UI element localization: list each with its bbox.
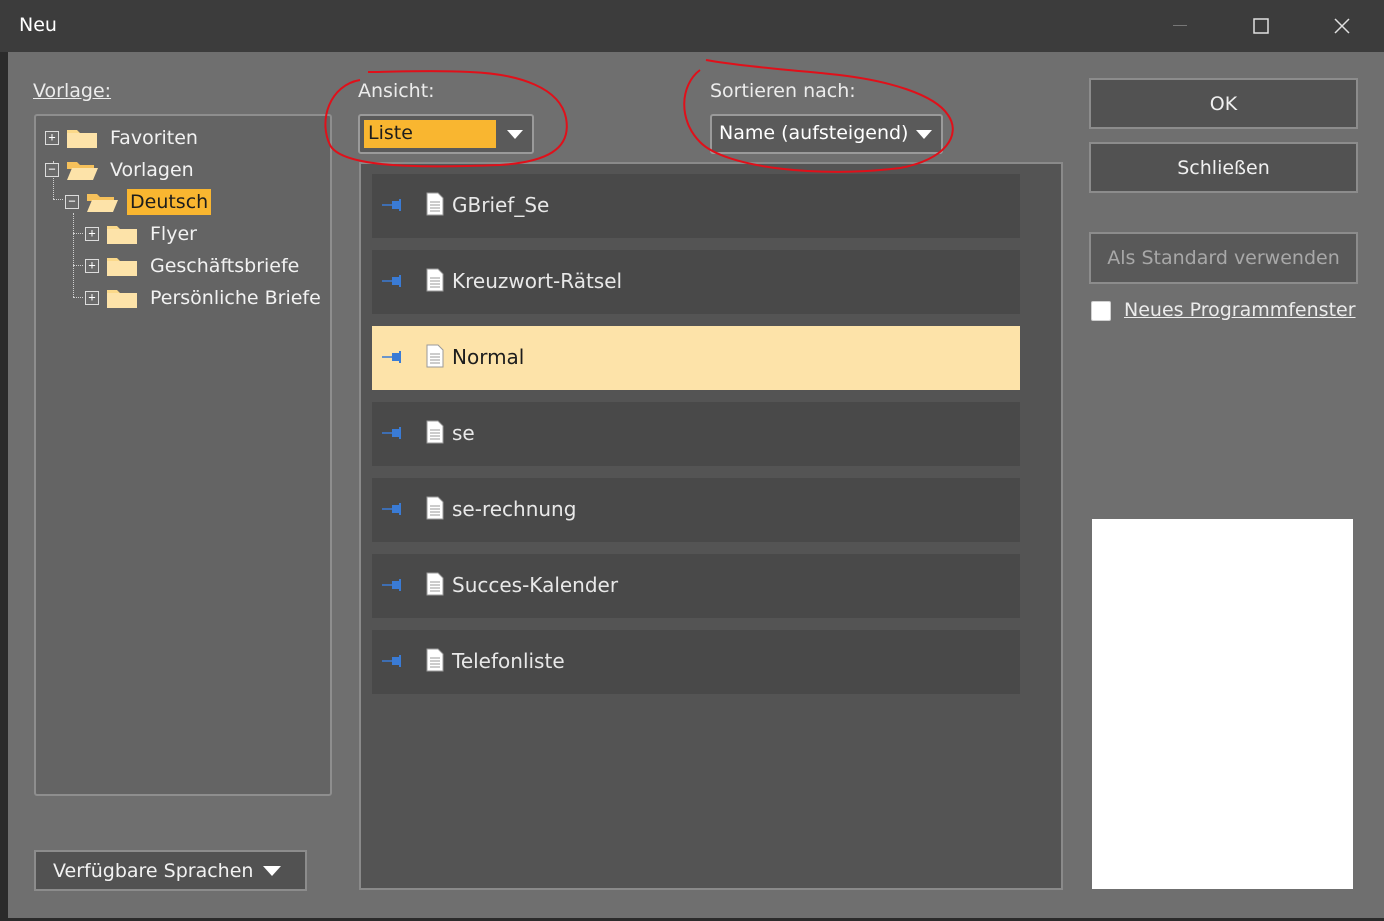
document-icon	[426, 344, 444, 368]
template-list[interactable]: GBrief_Se Kreuzwort-Rätsel Normal se se-…	[359, 162, 1063, 890]
folder-icon	[107, 258, 137, 276]
title-bar: Neu	[0, 0, 1384, 52]
window-title: Neu	[19, 14, 57, 36]
template-name: Telefonliste	[452, 649, 565, 673]
pin-icon[interactable]	[382, 654, 404, 668]
list-item[interactable]: se	[372, 402, 1020, 466]
sort-label: Sortieren nach:	[710, 80, 856, 102]
view-select-value: Liste	[364, 120, 496, 148]
document-icon	[426, 648, 444, 672]
chevron-down-icon	[507, 130, 523, 139]
tree-item-label-selected: Deutsch	[127, 189, 212, 215]
folder-icon	[107, 226, 137, 244]
pin-icon[interactable]	[382, 502, 404, 516]
document-icon	[426, 420, 444, 444]
folder-icon	[67, 130, 97, 148]
tree-item-label: Flyer	[150, 223, 197, 245]
template-label: Vorlage:	[33, 80, 111, 102]
template-name: Kreuzwort-Rätsel	[452, 269, 623, 293]
set-default-button[interactable]: Als Standard verwenden	[1089, 232, 1358, 284]
template-name: Normal	[452, 345, 525, 369]
view-select[interactable]: Liste	[358, 114, 534, 154]
tree-item-geschaeftsbriefe[interactable]: + Geschäftsbriefe	[85, 251, 302, 281]
list-item-selected[interactable]: Normal	[372, 326, 1020, 390]
languages-button[interactable]: Verfügbare Sprachen	[34, 850, 307, 891]
tree-item-persoenliche-briefe[interactable]: + Persönliche Briefe	[85, 283, 324, 313]
collapse-icon[interactable]: −	[65, 195, 79, 209]
folder-icon	[107, 290, 137, 308]
template-name: GBrief_Se	[452, 193, 550, 217]
template-preview	[1092, 519, 1353, 889]
new-window-checkbox[interactable]	[1091, 301, 1111, 321]
list-item[interactable]: se-rechnung	[372, 478, 1020, 542]
open-folder-icon	[87, 194, 118, 212]
tree-item-vorlagen[interactable]: − Vorlagen	[45, 155, 197, 185]
pin-icon[interactable]	[382, 578, 404, 592]
pin-icon[interactable]	[382, 350, 404, 364]
chevron-down-icon	[263, 865, 282, 876]
template-label-text: Vorlage:	[33, 80, 112, 102]
tree-item-label: Favoriten	[110, 127, 198, 149]
expand-icon[interactable]: +	[85, 291, 99, 305]
template-tree[interactable]: + Favoriten − Vorlagen − Deutsch + Flyer…	[34, 114, 332, 796]
new-window-label-text: Neues Programmfenster	[1124, 299, 1356, 321]
document-icon	[426, 572, 444, 596]
ok-button[interactable]: OK	[1089, 78, 1358, 129]
maximize-button[interactable]	[1221, 0, 1301, 52]
tree-item-label: Persönliche Briefe	[150, 287, 321, 309]
minimize-icon	[1173, 25, 1187, 26]
close-icon	[1334, 18, 1350, 34]
list-item[interactable]: Kreuzwort-Rätsel	[372, 250, 1020, 314]
tree-item-label: Vorlagen	[110, 159, 194, 181]
pin-icon[interactable]	[382, 274, 404, 288]
expand-icon[interactable]: +	[85, 259, 99, 273]
tree-item-favoriten[interactable]: + Favoriten	[45, 123, 201, 153]
sort-select[interactable]: Name (aufsteigend)	[710, 114, 943, 154]
document-icon	[426, 268, 444, 292]
list-item[interactable]: Succes-Kalender	[372, 554, 1020, 618]
document-icon	[426, 496, 444, 520]
pin-icon[interactable]	[382, 198, 404, 212]
new-window-label[interactable]: Neues Programmfenster	[1124, 299, 1356, 321]
document-icon	[426, 192, 444, 216]
open-folder-icon	[67, 162, 98, 180]
collapse-icon[interactable]: −	[45, 163, 59, 177]
close-window-button[interactable]	[1302, 0, 1382, 52]
template-name: Succes-Kalender	[452, 573, 619, 597]
tree-item-deutsch[interactable]: − Deutsch	[65, 187, 212, 217]
list-item[interactable]: GBrief_Se	[372, 174, 1020, 238]
template-name: se-rechnung	[452, 497, 577, 521]
expand-icon[interactable]: +	[45, 131, 59, 145]
languages-button-label: Verfügbare Sprachen	[53, 859, 254, 882]
close-button[interactable]: Schließen	[1089, 142, 1358, 193]
sort-select-value: Name (aufsteigend)	[719, 122, 909, 144]
maximize-icon	[1253, 18, 1269, 34]
minimize-button[interactable]	[1140, 0, 1220, 52]
view-label: Ansicht:	[358, 80, 435, 102]
tree-item-flyer[interactable]: + Flyer	[85, 219, 200, 249]
expand-icon[interactable]: +	[85, 227, 99, 241]
pin-icon[interactable]	[382, 426, 404, 440]
chevron-down-icon	[916, 130, 932, 139]
list-item[interactable]: Telefonliste	[372, 630, 1020, 694]
template-name: se	[452, 421, 475, 445]
tree-item-label: Geschäftsbriefe	[150, 255, 300, 277]
